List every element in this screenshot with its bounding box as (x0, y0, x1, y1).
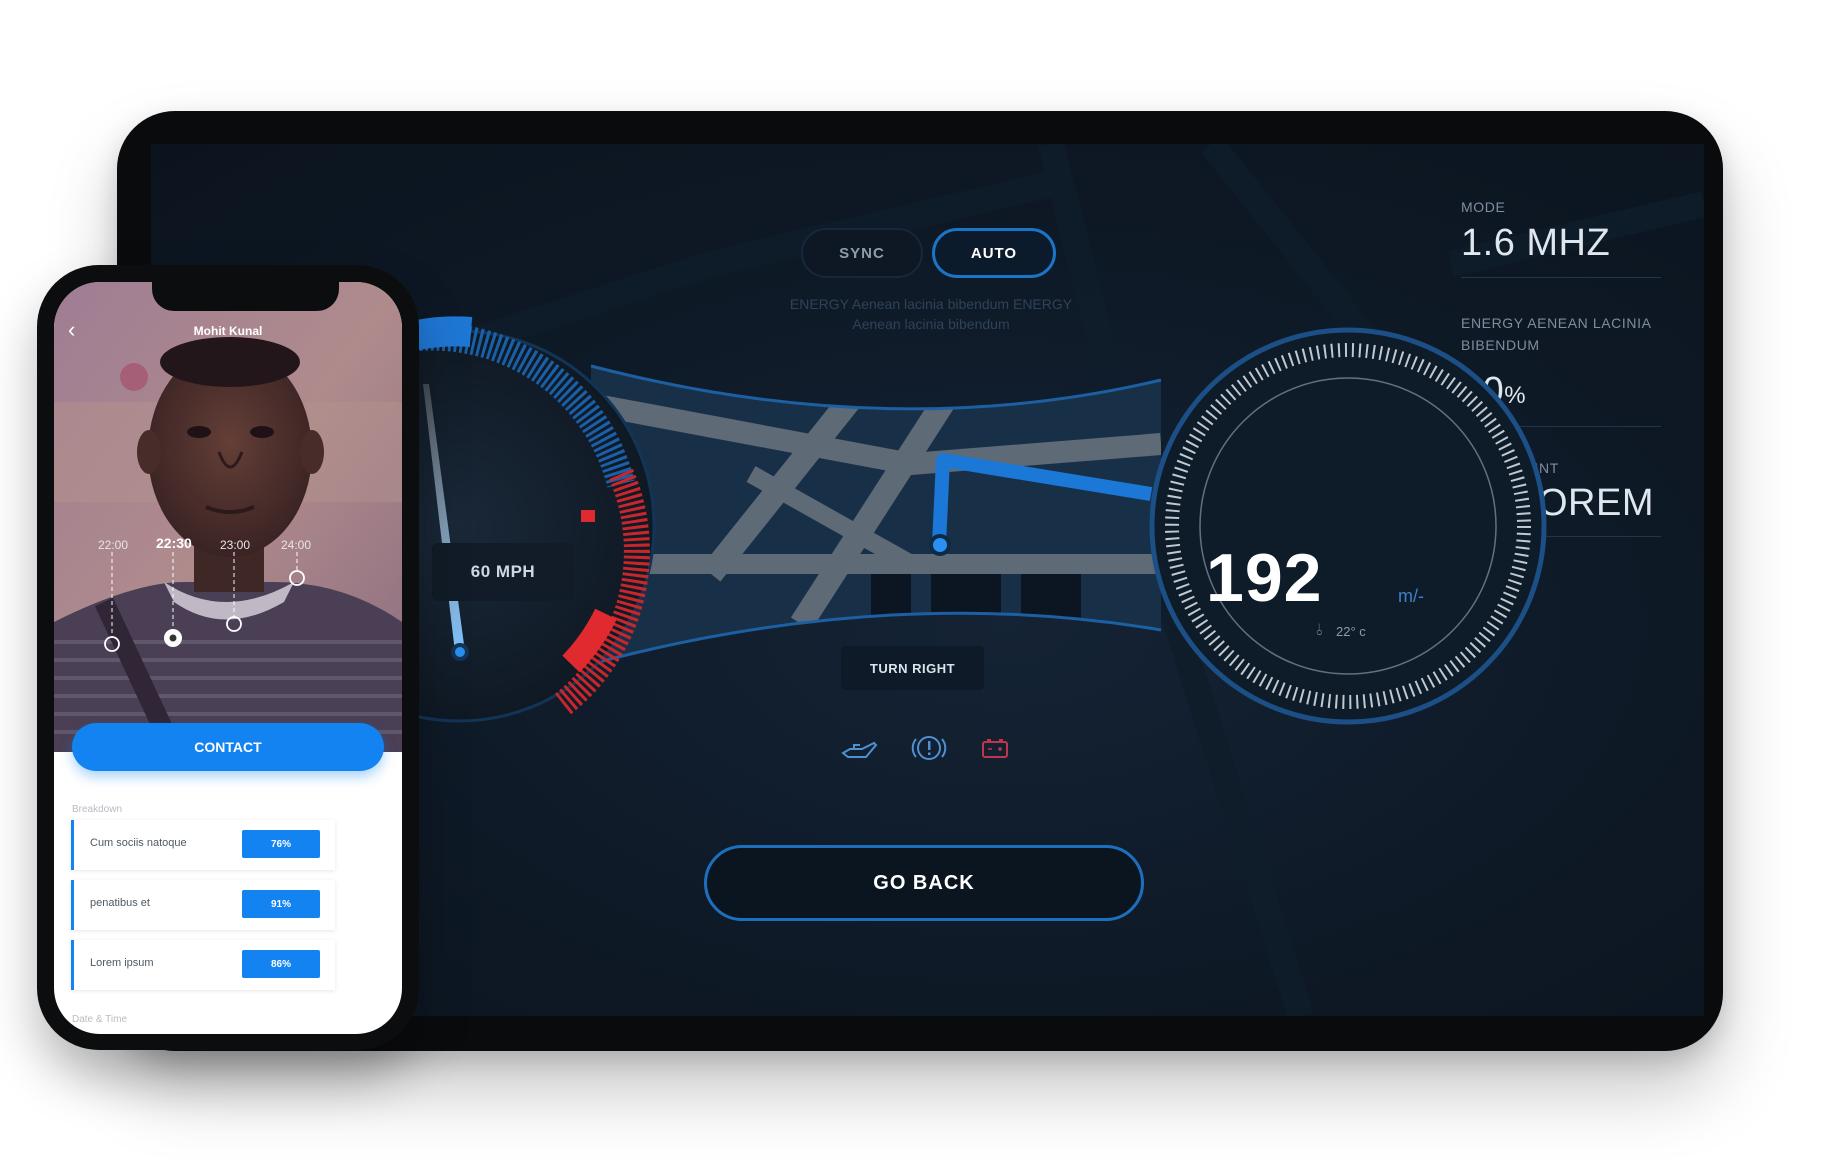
oil-can-icon (840, 733, 880, 765)
row-value-badge: 86% (242, 950, 320, 978)
time-label-2300[interactable]: 23:00 (220, 538, 250, 552)
profile-photo (54, 282, 402, 752)
phone-screen: ‹ Mohit Kunal 22:00 22:30 23:00 24:00 CO… (54, 282, 402, 1034)
row-value-badge: 76% (242, 830, 320, 858)
row-label: Lorem ipsum (90, 957, 154, 969)
speed-gauge (1149, 327, 1547, 725)
go-back-button[interactable]: GO BACK (704, 845, 1144, 921)
contact-button-label: CONTACT (194, 739, 262, 755)
breakdown-row[interactable]: Cum sociis natoque 76% (71, 820, 335, 870)
profile-name: Mohit Kunal (193, 324, 263, 338)
row-label: penatibus et (90, 897, 150, 909)
time-label-2230[interactable]: 22:30 (156, 535, 192, 551)
row-value-badge: 91% (242, 890, 320, 918)
contact-button[interactable]: CONTACT (72, 723, 384, 771)
time-label-2200[interactable]: 22:00 (98, 538, 128, 552)
time-label-2400[interactable]: 24:00 (281, 538, 311, 552)
date-time-label: Date & Time (72, 1014, 128, 1025)
portrait-illustration (54, 282, 402, 752)
breakdown-row[interactable]: penatibus et 91% (71, 880, 335, 930)
temperature-value: 22° c (1336, 624, 1366, 639)
speed-value: 192 (1206, 540, 1323, 616)
thermometer-icon: ⫰ (1316, 622, 1323, 639)
battery-icon (975, 732, 1015, 764)
phone-device: ‹ Mohit Kunal 22:00 22:30 23:00 24:00 CO… (37, 265, 419, 1050)
speed-unit: m/- (1398, 586, 1424, 606)
mph-readout: 60 MPH (432, 543, 574, 601)
phone-notch (152, 282, 339, 311)
row-label: Cum sociis natoque (90, 837, 187, 849)
go-back-label: GO BACK (873, 871, 975, 894)
brake-warning-icon (909, 732, 949, 764)
breakdown-label: Breakdown (72, 804, 123, 815)
breakdown-row[interactable]: Lorem ipsum 86% (71, 940, 335, 990)
turn-instruction: TURN RIGHT (841, 646, 984, 690)
